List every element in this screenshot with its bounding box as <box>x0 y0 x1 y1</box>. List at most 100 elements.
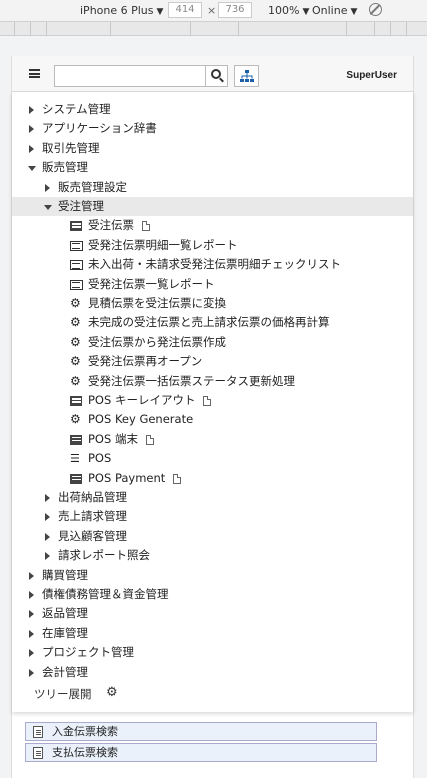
tree-folder[interactable]: プロジェクト管理 <box>12 643 413 662</box>
caret-right-icon[interactable] <box>45 552 50 561</box>
tree-item[interactable]: ⚙ 受発注伝票一括伝票ステータス更新処理 <box>12 372 413 391</box>
tree-item[interactable]: 未入出荷・未請求受発注伝票明細チェックリスト <box>12 255 413 274</box>
zoom-select[interactable]: 100% ▼ <box>268 4 309 17</box>
caret-right-icon[interactable] <box>29 629 34 638</box>
caret-right-icon[interactable] <box>29 106 34 114</box>
caret-down-icon[interactable] <box>28 166 36 172</box>
tree-footer: ツリー展開 ⚙ <box>12 684 413 706</box>
tree-folder[interactable]: 購買管理 <box>12 566 413 585</box>
tree-item[interactable]: 受注伝票 <box>12 216 413 235</box>
search-input[interactable] <box>54 65 206 87</box>
caret-right-icon[interactable] <box>29 125 34 134</box>
search-button[interactable] <box>206 65 228 87</box>
tree-folder[interactable]: 売上請求管理 <box>12 507 413 526</box>
tree-folder[interactable]: 販売管理設定 <box>12 178 413 197</box>
tree-item[interactable]: 受発注伝票一覧レポート <box>12 275 413 294</box>
tree-folder[interactable]: 出荷納品管理 <box>12 488 413 507</box>
tree-folder[interactable]: 見込顧客管理 <box>12 527 413 546</box>
tree-item-label: 売上請求管理 <box>58 509 127 524</box>
report-icon <box>70 240 83 251</box>
tree-folder[interactable]: 在庫管理 <box>12 624 413 643</box>
report-icon <box>70 260 83 271</box>
background-list-item[interactable]: 入金伝票検索 <box>25 722 377 741</box>
menu-icon[interactable] <box>29 69 40 78</box>
tree-folder[interactable]: 会計管理 <box>12 663 413 682</box>
tree-item-label: 請求レポート照会 <box>58 548 150 563</box>
devtools-toolbar: iPhone 6 Plus ▼ 414 × 736 100% ▼ Online ▼ <box>0 0 427 22</box>
tree-item[interactable]: POS キーレイアウト <box>12 391 413 410</box>
chevron-down-icon: ▼ <box>350 7 358 17</box>
caret-right-icon[interactable] <box>29 144 34 153</box>
tree-item-label: 受注管理 <box>58 199 104 213</box>
tree-item-label: POS Payment <box>88 470 166 485</box>
tree-folder[interactable]: 取引先管理 <box>12 139 413 158</box>
gear-icon: ⚙ <box>70 354 81 369</box>
caret-right-icon[interactable] <box>45 513 50 522</box>
caret-right-icon[interactable] <box>45 183 50 192</box>
expand-tree-label[interactable]: ツリー展開 <box>34 686 92 702</box>
caret-right-icon[interactable] <box>29 668 34 677</box>
tree-item[interactable]: ⚙ 見積伝票を受注伝票に変換 <box>12 294 413 313</box>
network-value: Online <box>312 4 348 17</box>
tree-folder[interactable]: 返品管理 <box>12 604 413 623</box>
tree-item[interactable]: 受発注伝票明細一覧レポート <box>12 236 413 255</box>
gears-icon[interactable]: ⚙ <box>106 685 118 700</box>
tree-item-label: アプリケーション辞書 <box>42 121 157 136</box>
tree-item-label: 債権債務管理＆資金管理 <box>42 587 169 601</box>
file-icon <box>146 434 154 445</box>
tree-item[interactable]: ⚙ 受発注伝票再オープン <box>12 352 413 371</box>
tree-item-label: 受発注伝票再オープン <box>88 354 203 369</box>
chevron-down-icon: ▼ <box>156 7 164 17</box>
tree-folder[interactable]: 債権債務管理＆資金管理 <box>12 585 413 604</box>
tree-item-label: 受注伝票から発注伝票作成 <box>88 334 226 349</box>
device-viewport: 入金伝票検索 支払伝票検索 SuperUser システム管理アプリケーション辞書取… <box>11 56 414 778</box>
tree-item-label: POS Key Generate <box>88 412 194 427</box>
tree-item-label: 販売管理 <box>42 160 88 175</box>
tree-item[interactable]: POS Payment <box>12 469 413 488</box>
caret-right-icon[interactable] <box>29 571 34 580</box>
device-select[interactable]: iPhone 6 Plus ▼ <box>80 4 163 17</box>
background-list-item[interactable]: 支払伝票検索 <box>25 743 377 762</box>
chevron-down-icon: ▼ <box>302 7 310 17</box>
height-input[interactable]: 736 <box>218 2 252 18</box>
gear-icon: ⚙ <box>70 334 81 349</box>
caret-right-icon[interactable] <box>29 591 34 599</box>
gear-icon: ⚙ <box>70 296 81 310</box>
rotate-disabled-icon[interactable] <box>369 3 382 16</box>
tree-folder[interactable]: 請求レポート照会 <box>12 546 413 565</box>
tree-item-label: 未完成の受注伝票と売上請求伝票の価格再計算 <box>88 315 330 330</box>
tree-item-label: POS 端末 <box>88 431 138 446</box>
tree-item-label: 見込顧客管理 <box>58 528 127 543</box>
gear-icon: ⚙ <box>70 412 81 427</box>
tree-item[interactable]: ⚙ POS Key Generate <box>12 410 413 429</box>
tree-folder[interactable]: 受注管理 <box>12 197 413 216</box>
caret-down-icon[interactable] <box>44 205 52 210</box>
tree-item[interactable]: POS 端末 <box>12 430 413 449</box>
sitemap-button[interactable] <box>234 65 259 87</box>
caret-right-icon[interactable] <box>45 532 50 541</box>
caret-right-icon[interactable] <box>29 610 34 619</box>
tree-folder[interactable]: 販売管理 <box>12 158 413 177</box>
menu-tree: システム管理 アプリケーション辞書 取引先管理 販売管理 販売管理設定 受注管理 受注伝票受… <box>12 92 413 712</box>
caret-right-icon[interactable] <box>29 649 34 658</box>
tree-item-label: 会計管理 <box>42 664 88 679</box>
tree-folder[interactable]: アプリケーション辞書 <box>12 119 413 138</box>
tree-item[interactable]: ☰ POS <box>12 449 413 468</box>
tree-item[interactable]: ⚙ 未完成の受注伝票と売上請求伝票の価格再計算 <box>12 313 413 332</box>
tree-folder[interactable]: システム管理 <box>12 100 413 119</box>
tree-item-label: システム管理 <box>42 102 111 116</box>
tree-item-label: 見積伝票を受注伝票に変換 <box>88 296 226 310</box>
caret-right-icon[interactable] <box>45 494 50 502</box>
file-icon <box>142 221 150 232</box>
document-icon <box>70 473 82 484</box>
tree-item[interactable]: ⚙ 受注伝票から発注伝票作成 <box>12 333 413 352</box>
width-input[interactable]: 414 <box>168 2 202 18</box>
app-header: SuperUser <box>12 56 413 92</box>
network-select[interactable]: Online ▼ <box>312 4 357 17</box>
username[interactable]: SuperUser <box>346 70 397 81</box>
tree-item-label: プロジェクト管理 <box>42 645 134 660</box>
tree-item-label: 受発注伝票一括伝票ステータス更新処理 <box>88 373 295 388</box>
file-icon <box>203 396 211 406</box>
device-name: iPhone 6 Plus <box>80 4 154 17</box>
document-icon <box>70 434 82 445</box>
